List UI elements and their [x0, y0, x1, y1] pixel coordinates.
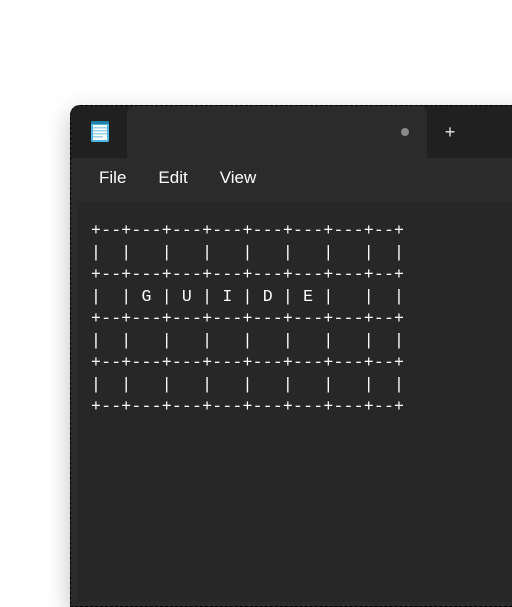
titlebar: +	[71, 106, 512, 158]
menu-view[interactable]: View	[204, 162, 273, 194]
unsaved-indicator-icon	[401, 128, 409, 136]
editor-content: +--+---+---+---+---+---+---+--+ | | | | …	[91, 220, 512, 418]
notepad-icon	[89, 121, 111, 143]
menu-edit[interactable]: Edit	[142, 162, 203, 194]
new-tab-button[interactable]: +	[427, 106, 473, 158]
text-editor[interactable]: +--+---+---+---+---+---+---+--+ | | | | …	[77, 202, 512, 602]
menubar: File Edit View	[71, 158, 512, 198]
document-tab[interactable]	[127, 106, 427, 158]
app-window: + File Edit View +--+---+---+---+---+---…	[70, 105, 512, 607]
plus-icon: +	[445, 122, 456, 143]
menu-file[interactable]: File	[83, 162, 142, 194]
